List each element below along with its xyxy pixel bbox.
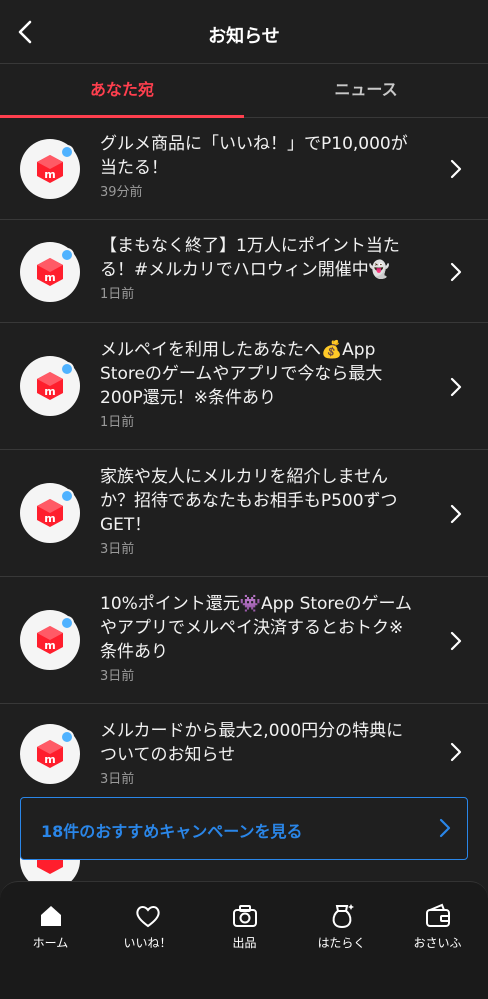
avatar: m bbox=[20, 356, 80, 416]
notification-content: メルカードから最大2,000円分の特典についてのお知らせ 3日前 bbox=[100, 719, 420, 789]
bottom-nav: ホーム いいね！ 出品 はたらく おさいふ bbox=[0, 881, 488, 999]
notification-item[interactable]: m 【まもなく終了】1万人にポイント当たる！#メルカリでハロウィン開催中👻 1日… bbox=[0, 220, 488, 323]
home-icon bbox=[40, 906, 61, 926]
notification-content: 家族や友人にメルカリを紹介しませんか？招待であなたもお相手もP500ずつGET！… bbox=[100, 465, 420, 559]
notification-text: メルペイを利用したあなたへ💰App Storeのゲームやアプリで今なら最大200… bbox=[100, 340, 383, 408]
chevron-right-icon bbox=[450, 631, 462, 651]
chevron-right-icon bbox=[450, 504, 462, 524]
unread-dot bbox=[60, 730, 74, 744]
svg-text:m: m bbox=[44, 385, 55, 398]
avatar: m bbox=[20, 242, 80, 302]
nav-label: はたらく bbox=[317, 936, 366, 950]
nav-item-work[interactable]: はたらく bbox=[293, 902, 390, 951]
notification-time: 3日前 bbox=[100, 542, 135, 557]
avatar: m bbox=[20, 610, 80, 670]
notification-text: メルカードから最大2,000円分の特典についてのお知らせ bbox=[100, 721, 404, 765]
notification-time: 1日前 bbox=[100, 415, 135, 430]
mercari-logo-icon: m bbox=[37, 372, 63, 400]
notification-item[interactable]: m 10%ポイント還元👾App Storeのゲームやアプリでメルペイ決済するとお… bbox=[0, 577, 488, 704]
notification-content: メルペイを利用したあなたへ💰App Storeのゲームやアプリで今なら最大200… bbox=[100, 338, 420, 432]
chevron-right-icon bbox=[450, 377, 462, 397]
notification-content: グルメ商品に「いいね！」でP10,000が当たる！ 39分前 bbox=[100, 132, 420, 202]
money-bag-icon bbox=[332, 904, 354, 929]
notification-item[interactable]: m 家族や友人にメルカリを紹介しませんか？招待であなたもお相手もP500ずつGE… bbox=[0, 450, 488, 577]
header: お知らせ bbox=[0, 0, 488, 64]
unread-dot bbox=[60, 489, 74, 503]
notification-content: 10%ポイント還元👾App Storeのゲームやアプリでメルペイ決済するとおトク… bbox=[100, 592, 420, 686]
notification-time: 1日前 bbox=[100, 287, 135, 302]
tab-for-you[interactable]: あなた宛 bbox=[0, 64, 244, 118]
notification-item[interactable]: m グルメ商品に「いいね！」でP10,000が当たる！ 39分前 bbox=[0, 118, 488, 220]
nav-item-home[interactable]: ホーム bbox=[2, 902, 99, 951]
page-title: お知らせ bbox=[208, 26, 280, 47]
chevron-right-icon bbox=[450, 742, 462, 762]
notification-time: 3日前 bbox=[100, 772, 135, 787]
notification-time: 3日前 bbox=[100, 669, 135, 684]
nav-label: ホーム bbox=[32, 936, 69, 950]
notification-item[interactable]: m メルペイを利用したあなたへ💰App Storeのゲームやアプリで今なら最大2… bbox=[0, 323, 488, 450]
notification-text: 家族や友人にメルカリを紹介しませんか？招待であなたもお相手もP500ずつGET！ bbox=[100, 467, 398, 535]
campaign-label: 18件のおすすめキャンペーンを見る bbox=[41, 822, 303, 841]
svg-text:m: m bbox=[44, 168, 55, 181]
camera-icon bbox=[232, 905, 257, 927]
avatar: m bbox=[20, 724, 80, 784]
svg-text:m: m bbox=[44, 512, 55, 525]
mercari-logo-icon: m bbox=[37, 626, 63, 654]
avatar: m bbox=[20, 483, 80, 543]
notification-time: 39分前 bbox=[100, 185, 143, 200]
notification-content: 【まもなく終了】1万人にポイント当たる！#メルカリでハロウィン開催中👻 1日前 bbox=[100, 234, 420, 304]
chevron-right-icon bbox=[439, 818, 451, 838]
notification-list: m グルメ商品に「いいね！」でP10,000が当たる！ 39分前 m 【まもなく… bbox=[0, 118, 488, 804]
campaign-banner[interactable]: 18件のおすすめキャンペーンを見る bbox=[20, 797, 468, 860]
mercari-logo-icon: m bbox=[37, 499, 63, 527]
tab-bar: あなた宛 ニュース bbox=[0, 64, 488, 118]
heart-icon bbox=[135, 906, 160, 928]
svg-text:m: m bbox=[44, 753, 55, 766]
avatar: m bbox=[20, 139, 80, 199]
mercari-logo-icon: m bbox=[37, 740, 63, 768]
mercari-logo-icon: m bbox=[37, 155, 63, 183]
unread-dot bbox=[60, 145, 74, 159]
notification-text: 【まもなく終了】1万人にポイント当たる！#メルカリでハロウィン開催中👻 bbox=[100, 236, 400, 280]
notification-text: グルメ商品に「いいね！」でP10,000が当たる！ bbox=[100, 134, 408, 178]
nav-item-likes[interactable]: いいね！ bbox=[99, 902, 196, 951]
svg-text:m: m bbox=[44, 271, 55, 284]
unread-dot bbox=[60, 362, 74, 376]
unread-dot bbox=[60, 248, 74, 262]
notification-text: 10%ポイント還元👾App Storeのゲームやアプリでメルペイ決済するとおトク… bbox=[100, 594, 412, 662]
nav-item-wallet[interactable]: おさいふ bbox=[389, 902, 486, 951]
nav-item-sell[interactable]: 出品 bbox=[196, 902, 293, 951]
chevron-right-icon bbox=[450, 262, 462, 282]
nav-label: いいね！ bbox=[123, 936, 172, 950]
unread-dot bbox=[60, 616, 74, 630]
wallet-icon bbox=[425, 903, 450, 927]
chevron-right-icon bbox=[450, 159, 462, 179]
nav-label: おさいふ bbox=[413, 936, 462, 950]
tab-news[interactable]: ニュース bbox=[244, 64, 488, 118]
nav-label: 出品 bbox=[232, 936, 257, 950]
svg-text:m: m bbox=[44, 639, 55, 652]
notification-item[interactable]: m メルカードから最大2,000円分の特典についてのお知らせ 3日前 bbox=[0, 704, 488, 804]
mercari-logo-icon: m bbox=[37, 258, 63, 286]
